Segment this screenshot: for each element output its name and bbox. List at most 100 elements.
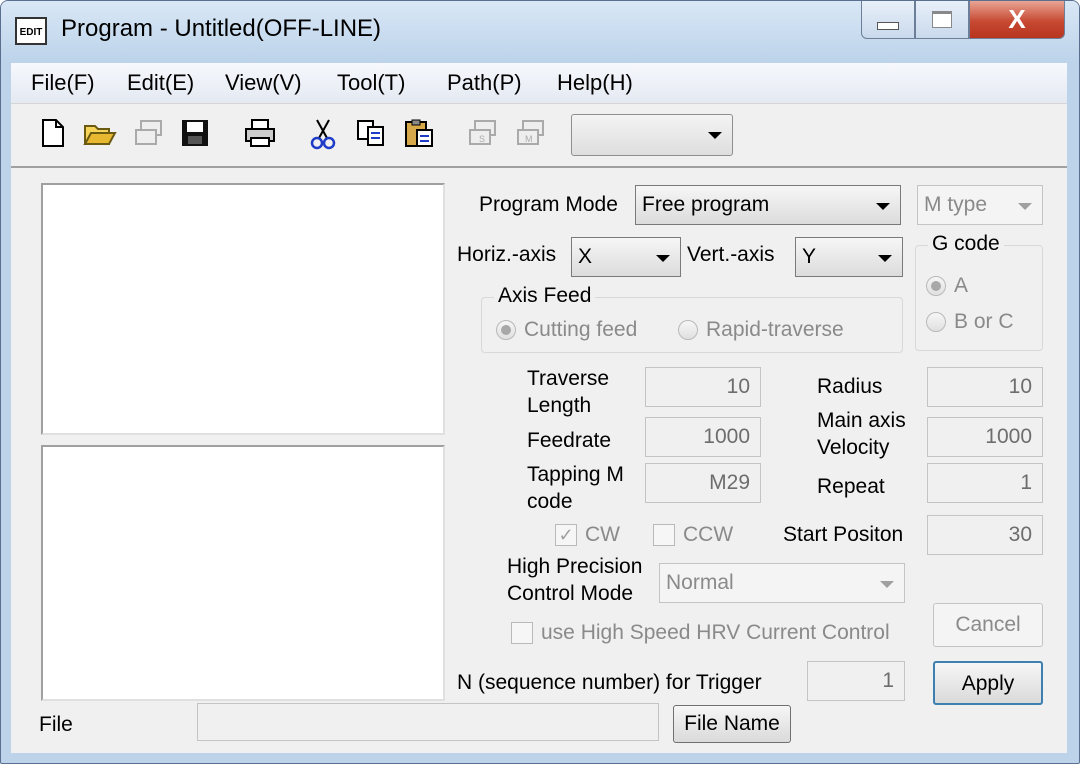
new-file-icon[interactable]: [37, 118, 69, 150]
g-code-option-b-or-c-label: B or C: [954, 310, 1014, 333]
chevron-down-icon: [656, 255, 670, 262]
menu-path[interactable]: Path(P): [447, 70, 522, 96]
g-code-group: G code A B or C: [915, 232, 1043, 351]
open-folder-icon[interactable]: [83, 118, 117, 150]
program-mode-label: Program Mode: [479, 193, 618, 216]
empty-checkbox-icon: [511, 622, 533, 644]
ccw-label: CCW: [683, 523, 734, 546]
radius-field[interactable]: 10: [927, 367, 1043, 407]
paste-icon[interactable]: [403, 118, 435, 150]
hpc-mode-label: High Precision Control Mode: [507, 555, 643, 605]
minimize-icon: [877, 21, 899, 30]
axis-feed-rapid-label: Rapid-traverse: [706, 318, 844, 341]
maximize-button[interactable]: [915, 1, 969, 39]
g-code-option-a-label: A: [954, 274, 969, 297]
feedrate-label: Feedrate: [527, 429, 612, 452]
menu-view[interactable]: View(V): [225, 70, 302, 96]
radio-unselected-icon: [926, 312, 946, 332]
window-title: Program - Untitled(OFF-LINE): [61, 15, 382, 42]
cw-label: CW: [585, 523, 620, 546]
horiz-axis-label: Horiz.-axis: [457, 243, 557, 266]
title-bar[interactable]: EDIT Program - Untitled(OFF-LINE) X: [1, 1, 1079, 63]
tapping-m-code-field[interactable]: M29: [645, 463, 761, 503]
svg-text:S: S: [479, 134, 485, 144]
traverse-length-label: Traverse Length: [527, 367, 610, 417]
g-code-option-a[interactable]: A: [926, 274, 968, 298]
hpc-mode-select[interactable]: Normal: [659, 563, 905, 603]
axis-feed-cutting-label: Cutting feed: [524, 318, 638, 341]
chevron-down-icon: [876, 203, 890, 210]
m-type-select[interactable]: M type: [917, 185, 1043, 225]
close-button[interactable]: X: [969, 1, 1065, 39]
apply-button[interactable]: Apply: [933, 661, 1043, 705]
menu-bar: File(F) Edit(E) View(V) Tool(T) Path(P) …: [11, 63, 1067, 104]
lower-list-panel[interactable]: [41, 445, 445, 701]
chevron-down-icon: [1018, 203, 1032, 210]
chevron-down-icon: [708, 132, 722, 139]
hrv-label: use High Speed HRV Current Control: [541, 621, 890, 644]
send-m-icon[interactable]: M: [515, 118, 547, 150]
empty-checkbox-icon: [653, 524, 675, 546]
axis-feed-cutting[interactable]: Cutting feed: [496, 318, 637, 342]
axis-feed-rapid[interactable]: Rapid-traverse: [678, 318, 844, 342]
program-mode-select[interactable]: Free program: [635, 185, 901, 225]
save-icon[interactable]: [179, 118, 211, 150]
cw-checkbox[interactable]: ✓ CW: [555, 523, 620, 547]
minimize-button[interactable]: [861, 1, 915, 39]
vert-axis-value: Y: [802, 245, 817, 268]
file-name-button[interactable]: File Name: [673, 705, 791, 743]
axis-feed-group: Axis Feed Cutting feed Rapid-traverse: [481, 284, 903, 353]
trigger-field[interactable]: 1: [807, 661, 905, 701]
cut-icon[interactable]: [307, 118, 339, 150]
radio-selected-icon: [926, 276, 946, 296]
main-axis-velocity-field[interactable]: 1000: [927, 417, 1043, 457]
client-area: File(F) Edit(E) View(V) Tool(T) Path(P) …: [11, 63, 1067, 753]
vert-axis-label: Vert.-axis: [687, 243, 775, 266]
file-label: File: [39, 713, 73, 736]
traverse-length-field[interactable]: 10: [645, 367, 761, 407]
horiz-axis-value: X: [578, 245, 593, 268]
menu-file[interactable]: File(F): [31, 70, 95, 96]
radius-label: Radius: [817, 375, 883, 398]
radio-unselected-icon: [678, 320, 698, 340]
chevron-down-icon: [880, 581, 894, 588]
repeat-label: Repeat: [817, 475, 885, 498]
horiz-axis-select[interactable]: X: [571, 237, 681, 277]
cancel-button[interactable]: Cancel: [933, 603, 1043, 647]
copy-icon[interactable]: [355, 118, 387, 150]
edit-app-icon: EDIT: [15, 17, 47, 45]
menu-tool[interactable]: Tool(T): [337, 70, 405, 96]
tapping-m-code-label: Tapping M code: [527, 463, 624, 513]
trigger-label: N (sequence number) for Trigger: [457, 671, 762, 694]
toolbar-combo[interactable]: [571, 114, 733, 156]
menu-edit[interactable]: Edit(E): [127, 70, 194, 96]
radio-selected-icon: [496, 320, 516, 340]
maximize-icon: [932, 11, 952, 28]
menu-help[interactable]: Help(H): [557, 70, 633, 96]
send-s-icon[interactable]: S: [467, 118, 499, 150]
m-type-value: M type: [924, 193, 988, 216]
ccw-checkbox[interactable]: CCW: [653, 523, 733, 547]
repeat-field[interactable]: 1: [927, 463, 1043, 503]
program-mode-value: Free program: [642, 193, 770, 216]
hrv-checkbox[interactable]: use High Speed HRV Current Control: [511, 621, 890, 645]
upper-list-panel[interactable]: [41, 183, 445, 435]
g-code-title: G code: [928, 232, 1004, 256]
close-icon: X: [1008, 4, 1026, 34]
g-code-option-b-or-c[interactable]: B or C: [926, 310, 1014, 334]
start-position-label: Start Positon: [783, 523, 904, 546]
file-path-field[interactable]: [197, 703, 659, 741]
main-axis-velocity-label: Main axis Velocity: [817, 409, 906, 459]
checkmark-icon: ✓: [555, 524, 577, 546]
feedrate-field[interactable]: 1000: [645, 417, 761, 457]
print-icon[interactable]: [243, 118, 275, 150]
transfer-icon[interactable]: [133, 118, 165, 150]
program-window: EDIT Program - Untitled(OFF-LINE) X File…: [0, 0, 1080, 764]
start-position-field[interactable]: 30: [927, 515, 1043, 555]
chevron-down-icon: [878, 255, 892, 262]
axis-feed-title: Axis Feed: [494, 284, 596, 308]
vert-axis-select[interactable]: Y: [795, 237, 903, 277]
svg-text:M: M: [525, 134, 533, 144]
hpc-mode-value: Normal: [666, 571, 734, 594]
toolbar: S M: [11, 104, 1067, 168]
